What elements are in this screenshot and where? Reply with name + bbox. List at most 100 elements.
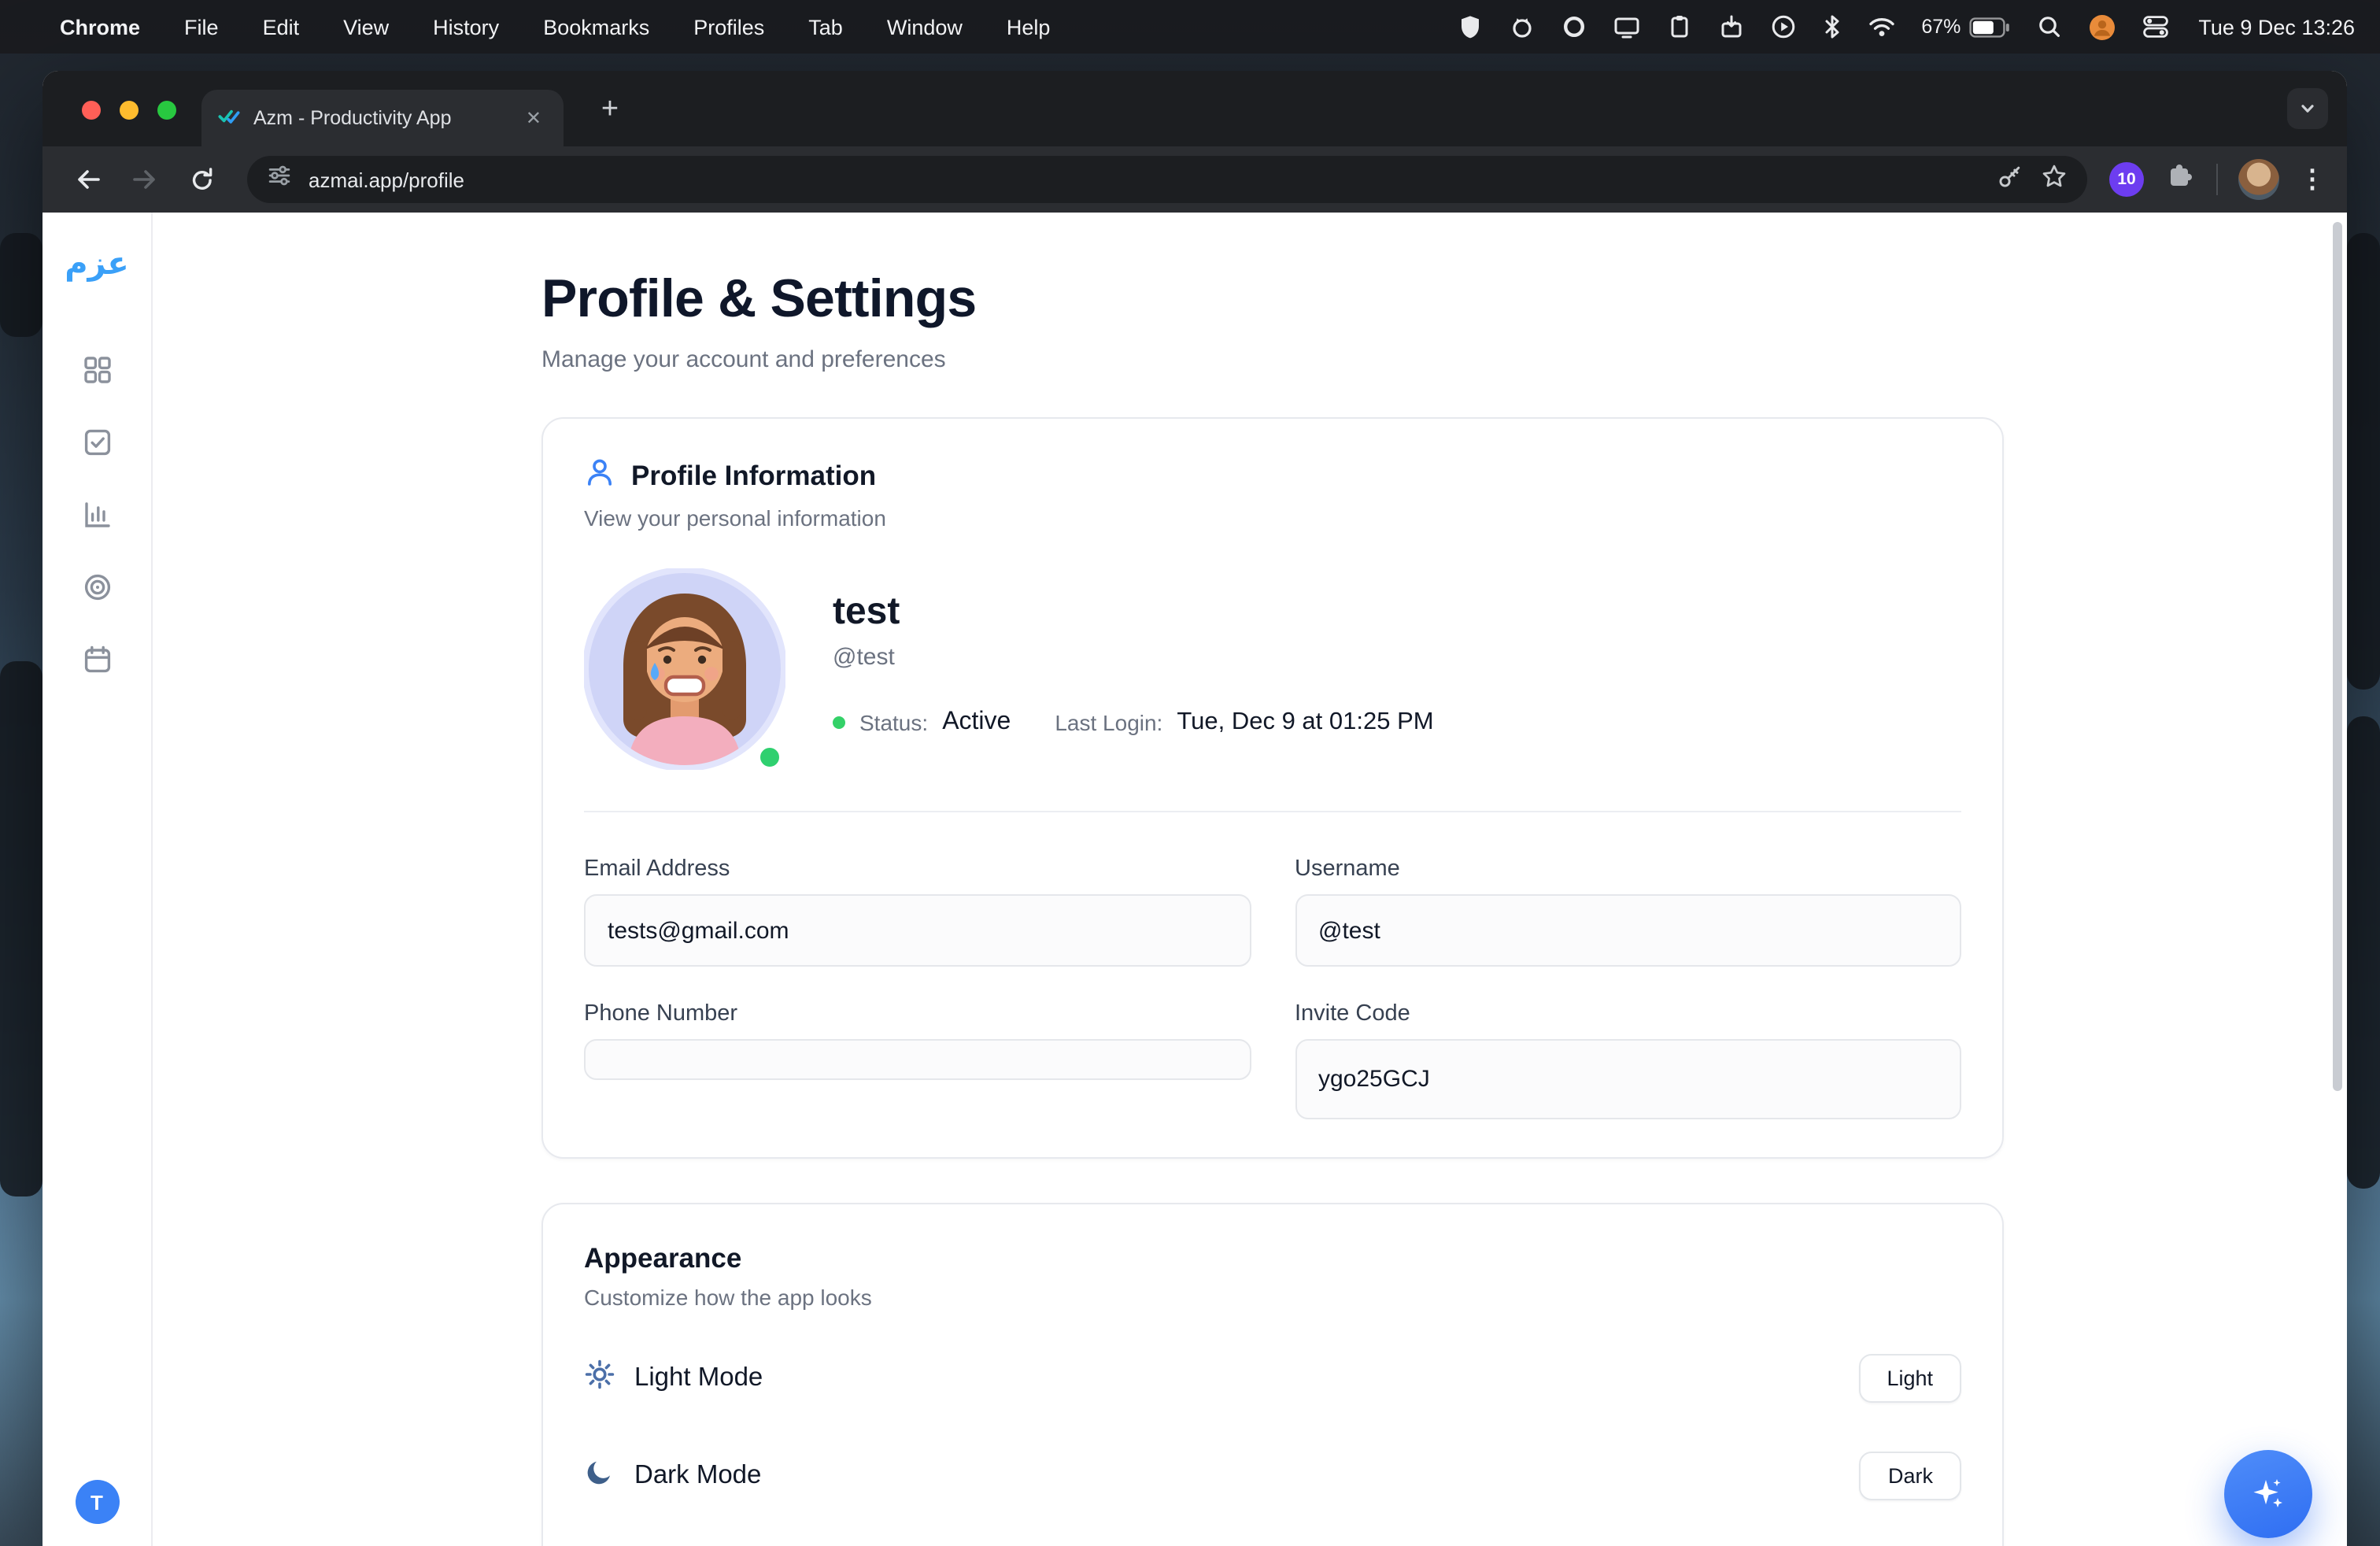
- extensions-puzzle-icon[interactable]: [2164, 160, 2196, 199]
- sidebar-item-calendar[interactable]: [81, 644, 113, 675]
- card-title: Profile Information: [631, 460, 876, 493]
- page-scrollbar[interactable]: [2333, 222, 2342, 1091]
- dark-mode-label: Dark Mode: [634, 1460, 761, 1490]
- light-mode-row: Light Mode Light: [584, 1348, 1961, 1407]
- ring-icon[interactable]: [1561, 14, 1586, 39]
- url-bar[interactable]: azmai.app/profile: [247, 156, 2087, 203]
- sidebar-item-tasks[interactable]: [81, 427, 113, 458]
- back-icon[interactable]: [65, 156, 112, 203]
- menubar-item-profiles[interactable]: Profiles: [693, 15, 764, 39]
- status-value: Active: [942, 708, 1011, 737]
- card-title: Appearance: [584, 1242, 1961, 1275]
- app-logo: عزم: [65, 244, 129, 282]
- tab-close-icon[interactable]: ✕: [519, 104, 548, 132]
- light-mode-label: Light Mode: [634, 1363, 763, 1393]
- wifi-icon[interactable]: [1868, 16, 1894, 38]
- menubar-item-help[interactable]: Help: [1007, 15, 1051, 39]
- profile-information-card: Profile Information View your personal i…: [541, 417, 2004, 1159]
- last-login-label: Last Login:: [1055, 710, 1162, 735]
- browser-window: Azm - Productivity App ✕ + azmai.app/pro…: [42, 71, 2347, 1546]
- menubar-item-history[interactable]: History: [433, 15, 499, 39]
- user-avatar-icon[interactable]: [2088, 13, 2115, 40]
- background-window-fragment: [2347, 233, 2380, 690]
- phone-input[interactable]: [584, 1039, 1251, 1080]
- url-text[interactable]: azmai.app/profile: [309, 168, 1980, 191]
- tab-favicon: [217, 104, 241, 132]
- web-page: عزم T Profile & Settings Manage your acc…: [42, 213, 2347, 1546]
- site-settings-icon[interactable]: [266, 162, 293, 197]
- sidebar-item-dashboard[interactable]: [81, 354, 113, 386]
- profile-notification-badge[interactable]: 10: [2109, 162, 2144, 197]
- last-login-value: Tue, Dec 9 at 01:25 PM: [1177, 708, 1433, 737]
- sparkles-icon: [2249, 1475, 2287, 1513]
- password-key-icon[interactable]: [1996, 161, 2024, 198]
- menubar-item-tab[interactable]: Tab: [808, 15, 843, 39]
- battery-status[interactable]: 67%: [1921, 16, 2009, 38]
- forward-icon[interactable]: [121, 156, 168, 203]
- status-label: Status:: [859, 710, 928, 735]
- menubar-item-window[interactable]: Window: [887, 15, 963, 39]
- phone-label: Phone Number: [584, 1001, 1251, 1026]
- email-input[interactable]: tests@gmail.com: [584, 894, 1251, 967]
- menubar-app-name[interactable]: Chrome: [60, 15, 140, 39]
- invite-code-field: Invite Code ygo25GCJ: [1295, 1001, 1961, 1119]
- sidebar-item-analytics[interactable]: [81, 499, 113, 531]
- phone-field: Phone Number: [584, 1001, 1251, 1119]
- bluetooth-icon[interactable]: [1822, 14, 1841, 39]
- dark-mode-button[interactable]: Dark: [1860, 1451, 1961, 1500]
- minimize-window-button[interactable]: [120, 101, 139, 120]
- person-icon: [584, 457, 615, 496]
- play-circle-icon[interactable]: [1770, 14, 1795, 39]
- page-title: Profile & Settings: [541, 269, 2004, 331]
- cat-icon[interactable]: [1509, 14, 1534, 39]
- browser-tab[interactable]: Azm - Productivity App ✕: [201, 90, 564, 146]
- download-box-icon[interactable]: [1718, 14, 1743, 39]
- menubar-clock[interactable]: Tue 9 Dec 13:26: [2198, 15, 2355, 39]
- username-input[interactable]: @test: [1295, 894, 1961, 967]
- sidebar-item-goals[interactable]: [81, 571, 113, 603]
- new-tab-button[interactable]: +: [589, 88, 631, 131]
- close-window-button[interactable]: [82, 101, 101, 120]
- assistant-fab[interactable]: [2224, 1450, 2312, 1538]
- control-center-icon[interactable]: [2142, 14, 2168, 39]
- menubar-item-edit[interactable]: Edit: [263, 15, 300, 39]
- battery-percent: 67%: [1921, 16, 1961, 38]
- system-mode-row: System System: [584, 1543, 1961, 1546]
- status-dot: [833, 716, 845, 729]
- background-window-fragment: [2347, 716, 2380, 1189]
- macos-menubar: Chrome File Edit View History Bookmarks …: [0, 0, 2380, 54]
- clipboard-icon[interactable]: [1666, 14, 1691, 39]
- browser-profile-avatar[interactable]: [2238, 159, 2279, 200]
- card-subtitle: View your personal information: [584, 505, 1961, 531]
- kebab-menu-icon[interactable]: ⋮: [2300, 164, 2325, 195]
- invite-code-input[interactable]: ygo25GCJ: [1295, 1039, 1961, 1119]
- background-window-fragment: [0, 233, 42, 337]
- sidebar-user-avatar[interactable]: T: [75, 1480, 119, 1524]
- light-mode-button[interactable]: Light: [1858, 1353, 1961, 1402]
- menubar-item-file[interactable]: File: [184, 15, 219, 39]
- email-label: Email Address: [584, 856, 1251, 882]
- shield-icon[interactable]: [1457, 14, 1482, 39]
- desktop: Chrome File Edit View History Bookmarks …: [0, 0, 2380, 1546]
- dark-mode-row: Dark Mode Dark: [584, 1445, 1961, 1505]
- background-window-fragment: [0, 661, 42, 1196]
- tab-search-chevron-icon[interactable]: [2287, 88, 2328, 129]
- sun-icon: [584, 1358, 615, 1397]
- app-sidebar: عزم T: [42, 213, 153, 1546]
- avatar-illustration: [584, 568, 785, 770]
- username-label: Username: [1295, 856, 1961, 882]
- search-icon[interactable]: [2036, 14, 2061, 39]
- username-field: Username @test: [1295, 856, 1961, 967]
- tab-strip: Azm - Productivity App ✕ +: [42, 71, 2347, 146]
- menubar-item-bookmarks[interactable]: Bookmarks: [543, 15, 649, 39]
- display-icon[interactable]: [1613, 14, 1639, 39]
- zoom-window-button[interactable]: [157, 101, 176, 120]
- reload-icon[interactable]: [178, 156, 225, 203]
- bookmark-star-icon[interactable]: [2040, 161, 2068, 198]
- user-name: test: [833, 590, 1434, 634]
- card-divider: [584, 811, 1961, 812]
- battery-icon: [1968, 17, 2009, 37]
- menubar-item-view[interactable]: View: [343, 15, 389, 39]
- toolbar-divider: [2216, 164, 2218, 195]
- window-controls: [82, 101, 176, 120]
